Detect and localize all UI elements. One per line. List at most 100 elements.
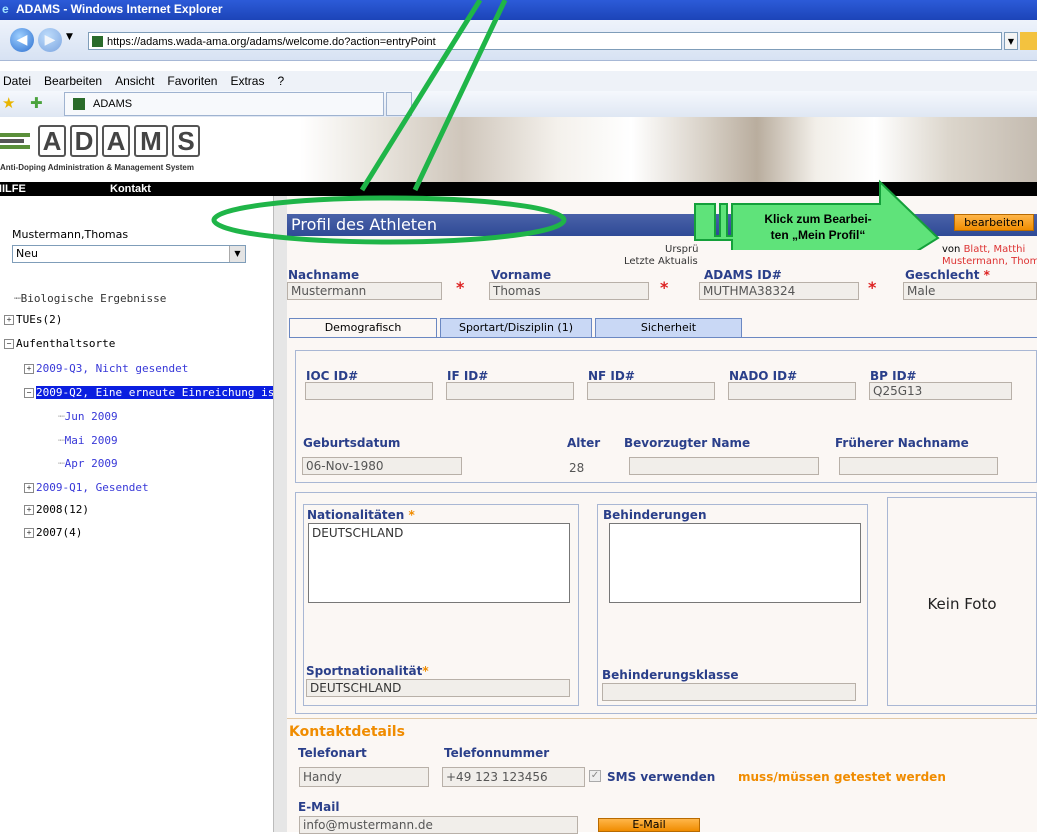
tree-item-whereabouts[interactable]: − Aufenthaltsorte xyxy=(4,337,115,350)
logo-letter-m: M xyxy=(134,125,168,157)
lastname-field[interactable]: Mustermann xyxy=(287,282,442,300)
contact-heading: Kontaktdetails xyxy=(289,724,405,740)
phone-number-label: Telefonnummer xyxy=(444,746,550,760)
nationalities-list[interactable]: DEUTSCHLAND xyxy=(308,523,570,603)
tree-item-q1[interactable]: +2009-Q1, Gesendet xyxy=(24,481,149,494)
gender-label: Geschlecht * xyxy=(905,268,990,282)
tree-label-q2-selected: 2009-Q2, Eine erneute Einreichung is xyxy=(36,386,273,399)
menu-bearbeiten[interactable]: Bearbeiten xyxy=(44,71,102,91)
history-dropdown-icon[interactable]: ▼ xyxy=(66,32,73,42)
tree-item-q2[interactable]: −2009-Q2, Eine erneute Einreichung is xyxy=(24,386,273,399)
sport-nationality-label: Sportnationalität* xyxy=(306,664,429,678)
disability-class-field[interactable] xyxy=(602,683,856,701)
tree-item-2008[interactable]: +2008(12) xyxy=(24,503,89,516)
required-marker: * xyxy=(408,508,415,522)
tree-label-q1: 2009-Q1, Gesendet xyxy=(36,481,149,494)
tree-item-2007[interactable]: +2007(4) xyxy=(24,526,82,539)
expand-icon[interactable]: + xyxy=(24,505,34,515)
forward-button[interactable]: ▶ xyxy=(38,28,62,52)
email-button[interactable]: E-Mail xyxy=(598,818,700,832)
favorites-star-icon[interactable]: ★ xyxy=(2,94,15,112)
required-marker: * xyxy=(422,664,429,678)
expand-icon[interactable]: + xyxy=(24,364,34,374)
tree-item-bio[interactable]: ┈Biologische Ergebnisse xyxy=(14,292,166,305)
user-name-link[interactable]: Mustermann,Thomas xyxy=(12,228,128,241)
tree-item-tues[interactable]: + TUEs(2) xyxy=(4,313,62,326)
menu-datei[interactable]: Datei xyxy=(3,71,31,91)
email-label: E-Mail xyxy=(298,800,340,814)
email-field[interactable]: info@mustermann.de xyxy=(299,816,578,834)
preferred-name-field[interactable] xyxy=(629,457,819,475)
tree-item-jun[interactable]: ┈Jun 2009 xyxy=(58,410,118,423)
nado-id-field[interactable] xyxy=(728,382,856,400)
tree-label-q3: 2009-Q3, Nicht gesendet xyxy=(36,362,189,375)
tab-demografisch[interactable]: Demografisch xyxy=(289,318,437,338)
gender-label-text: Geschlecht xyxy=(905,268,980,282)
no-photo-text: Kein Foto xyxy=(927,595,997,613)
phone-number-field[interactable]: +49 123 123456 xyxy=(442,767,585,787)
lastname-label: Nachname xyxy=(288,268,360,282)
nf-id-field[interactable] xyxy=(587,382,715,400)
former-name-field[interactable] xyxy=(839,457,998,475)
menu-ansicht[interactable]: Ansicht xyxy=(115,71,154,91)
nationalities-label-text: Nationalitäten xyxy=(307,508,405,522)
tree-label-jun: Jun 2009 xyxy=(64,410,118,423)
pane-divider[interactable] xyxy=(273,196,287,832)
meta-updated: Letzte Aktualis xyxy=(624,256,698,267)
if-id-label: IF ID# xyxy=(447,369,489,383)
bp-id-label: BP ID# xyxy=(870,369,917,383)
ioc-id-label: IOC ID# xyxy=(306,369,359,383)
annotation-overlay xyxy=(211,0,940,250)
age-label: Alter xyxy=(567,436,601,450)
tree-item-apr[interactable]: ┈Apr 2009 xyxy=(58,457,118,470)
nationalities-label: Nationalitäten * xyxy=(307,508,415,522)
tree-label-bio: Biologische Ergebnisse xyxy=(20,292,167,305)
preferred-name-label: Bevorzugter Name xyxy=(624,436,751,450)
expand-icon[interactable]: + xyxy=(4,315,14,325)
birthdate-field[interactable]: 06-Nov-1980 xyxy=(302,457,462,475)
role-select-value: Neu xyxy=(16,247,38,260)
collapse-icon[interactable]: − xyxy=(4,339,14,349)
sport-nationality-field[interactable]: DEUTSCHLAND xyxy=(306,679,570,697)
back-button[interactable]: ◀ xyxy=(10,28,34,52)
sms-label: SMS verwenden xyxy=(607,770,716,784)
tree-item-mai[interactable]: ┈Mai 2009 xyxy=(58,434,118,447)
tree-label-2008: 2008(12) xyxy=(36,503,89,516)
phone-type-label: Telefonart xyxy=(298,746,367,760)
logo-letter-s: S xyxy=(172,125,200,157)
logo-letter-a: A xyxy=(38,125,66,157)
gender-field[interactable]: Male xyxy=(903,282,1037,300)
logo-letter-d: D xyxy=(70,125,98,157)
expand-icon[interactable]: + xyxy=(24,528,34,538)
ioc-id-field[interactable] xyxy=(305,382,433,400)
required-marker: * xyxy=(456,278,465,297)
disabilities-label: Behinderungen xyxy=(603,508,707,522)
tree-item-q3[interactable]: +2009-Q3, Nicht gesendet xyxy=(24,362,188,375)
former-name-label: Früherer Nachname xyxy=(835,436,969,450)
meta-updated-by: Mustermann, Thom xyxy=(942,256,1037,267)
disabilities-list[interactable] xyxy=(609,523,861,603)
phone-type-field[interactable]: Handy xyxy=(299,767,429,787)
if-id-field[interactable] xyxy=(446,382,574,400)
collapse-icon[interactable]: − xyxy=(24,388,34,398)
nav-contact[interactable]: Kontakt xyxy=(110,182,151,196)
tree-label-whereabouts: Aufenthaltsorte xyxy=(16,337,116,350)
expand-icon[interactable]: + xyxy=(24,483,34,493)
tab-sicherheit[interactable]: Sicherheit xyxy=(595,318,742,338)
bp-id-field[interactable]: Q25G13 xyxy=(869,382,1012,400)
tab-label: ADAMS xyxy=(93,98,133,110)
adams-id-field[interactable]: MUTHMA38324 xyxy=(699,282,859,300)
ie-icon: e xyxy=(2,2,9,16)
site-favicon-icon xyxy=(92,36,103,47)
nf-id-label: NF ID# xyxy=(588,369,635,383)
firstname-field[interactable]: Thomas xyxy=(489,282,649,300)
add-favorite-icon[interactable]: ✚ xyxy=(30,94,43,112)
birthdate-label: Geburtsdatum xyxy=(303,436,401,450)
sms-checkbox[interactable]: ✓ xyxy=(589,770,601,782)
tree-label-mai: Mai 2009 xyxy=(64,434,118,447)
adams-id-label: ADAMS ID# xyxy=(704,268,782,282)
tab-sportart[interactable]: Sportart/Disziplin (1) xyxy=(440,318,592,338)
logo-letter-a2: A xyxy=(102,125,130,157)
nav-help[interactable]: HILFE xyxy=(0,182,26,196)
sport-nationality-label-text: Sportnationalität xyxy=(306,664,423,678)
